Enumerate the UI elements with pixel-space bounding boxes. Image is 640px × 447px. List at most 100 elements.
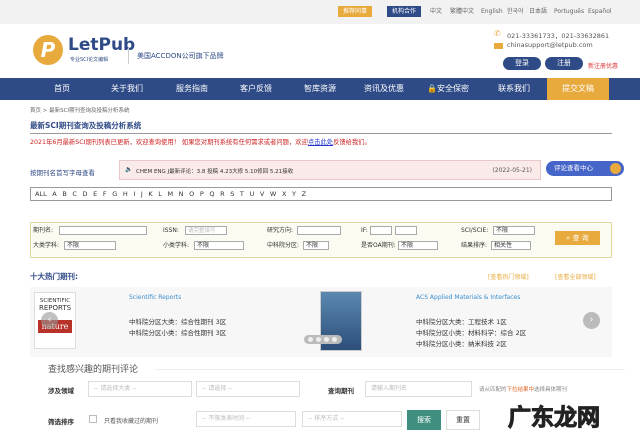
- letter-m[interactable]: M: [167, 188, 173, 200]
- letter-d[interactable]: D: [83, 188, 88, 200]
- feedback-link[interactable]: 点击此处: [308, 139, 333, 146]
- if-max-input[interactable]: [395, 226, 417, 235]
- journal-name-input[interactable]: 请输入期刊名: [365, 381, 472, 397]
- sci-select[interactable]: 不限: [493, 226, 535, 235]
- all-fields-link[interactable]: [查看全部领域]: [555, 272, 596, 281]
- nav-security[interactable]: 🔒安全保密: [416, 78, 480, 100]
- institution-button[interactable]: 机构合作: [387, 6, 422, 17]
- if-min-input[interactable]: [370, 226, 392, 235]
- letter-z[interactable]: Z: [302, 188, 306, 200]
- sci-label: SCI/SCIE:: [461, 227, 489, 234]
- review-center-button[interactable]: 评论查看中心: [546, 161, 624, 176]
- letter-v[interactable]: V: [260, 188, 264, 200]
- nav-home[interactable]: 首页: [30, 78, 94, 100]
- alphabet-label: 按期刊名首写字母查看: [30, 169, 95, 177]
- journal-label: 期刊名:: [33, 227, 54, 234]
- journal-title-link[interactable]: Scientific Reports: [129, 294, 181, 301]
- search-form: 期刊名: ISSN: 请完整填写 研究方向: IF: SCI/SCIE: 不限 …: [30, 222, 612, 258]
- oa-select[interactable]: 不限: [398, 241, 438, 250]
- journal-title-link[interactable]: ACS Applied Materials & Interfaces: [416, 294, 520, 301]
- register-button[interactable]: 注册: [545, 57, 583, 70]
- letter-all[interactable]: ALL: [35, 188, 47, 200]
- watermark: 广东龙网: [508, 405, 601, 432]
- letter-j[interactable]: J: [141, 188, 143, 200]
- query-hint: 请从匹配的下拉结果中选择具体期刊: [479, 387, 568, 393]
- brand-text: 美国ACCDON公司旗下品牌: [137, 52, 224, 60]
- letter-o[interactable]: O: [189, 188, 194, 200]
- major-select[interactable]: 不限: [64, 241, 116, 250]
- nav-about[interactable]: 关于我们: [95, 78, 159, 100]
- letter-u[interactable]: U: [250, 188, 255, 200]
- reset-button[interactable]: 重置: [446, 410, 480, 430]
- letter-l[interactable]: L: [158, 188, 162, 200]
- letter-t[interactable]: T: [240, 188, 244, 200]
- journal-category: 中科院分区大类：综合性期刊 3区: [129, 318, 227, 326]
- letter-r[interactable]: R: [220, 188, 225, 200]
- lang-es[interactable]: Español: [588, 6, 612, 17]
- lang-zh-tw[interactable]: 繁體中文: [450, 6, 474, 17]
- letter-h[interactable]: H: [123, 188, 128, 200]
- letter-n[interactable]: N: [179, 188, 184, 200]
- update-notice: 2021年6月最新SCI期刊列表已更新，欢迎查询使用！ 如果您对期刊系统有任何需…: [30, 139, 371, 146]
- favorites-checkbox[interactable]: [89, 415, 97, 423]
- latest-review-ticker[interactable]: 🔈 CHEM ENG J最新评论：3.8 投稿 4.23大修 5.10修回 5.…: [119, 160, 541, 180]
- letter-a[interactable]: A: [52, 188, 56, 200]
- review-text[interactable]: CHEM ENG J最新评论：3.8 投稿 4.23大修 5.10修回 5.21…: [136, 167, 293, 175]
- hot-journals-carousel: SCIENTIFICREPORTS nature Scientific Repo…: [30, 287, 612, 357]
- publish-time-select[interactable]: -- 不限发表时间 --: [196, 411, 296, 427]
- field-input[interactable]: [297, 226, 341, 235]
- review-date: (2022-05-21): [492, 167, 532, 174]
- email-address: chinasupport@letpub.com: [507, 41, 593, 49]
- issn-input[interactable]: 请完整填写: [185, 226, 227, 235]
- nav-submit[interactable]: 提交文稿: [547, 78, 609, 100]
- letter-s[interactable]: S: [230, 188, 234, 200]
- carousel-dots[interactable]: [304, 335, 342, 344]
- sort-order-select[interactable]: -- 排序方式 --: [302, 411, 402, 427]
- speaker-icon: 🔈: [125, 166, 133, 173]
- carousel-next-icon[interactable]: ›: [583, 312, 600, 329]
- letter-e[interactable]: E: [93, 188, 97, 200]
- lang-zh[interactable]: 中文: [430, 6, 442, 17]
- letter-y[interactable]: Y: [292, 188, 296, 200]
- hot-fields-link[interactable]: [查看热门领域]: [488, 272, 529, 281]
- logo-text[interactable]: LetPub: [68, 35, 135, 55]
- major-category-select[interactable]: -- 请选择大类 --: [88, 381, 192, 397]
- nav-news[interactable]: 资讯及优惠: [352, 78, 416, 100]
- lang-ja[interactable]: 日本語: [529, 6, 547, 17]
- minor-category-select[interactable]: -- 请选择 --: [196, 381, 300, 397]
- letter-c[interactable]: C: [72, 188, 77, 200]
- nav-services[interactable]: 服务指南: [160, 78, 224, 100]
- lang-pt[interactable]: Português: [554, 6, 584, 17]
- lang-ko[interactable]: 한국어: [507, 6, 524, 17]
- letter-g[interactable]: G: [112, 188, 117, 200]
- lang-en[interactable]: English: [481, 6, 503, 17]
- letter-b[interactable]: B: [62, 188, 66, 200]
- sort-select[interactable]: 相关性: [491, 241, 531, 250]
- cas-select[interactable]: 不限: [303, 241, 329, 250]
- favorites-label: 只看我收藏过的期刊: [104, 418, 159, 425]
- letter-f[interactable]: F: [103, 188, 107, 200]
- minor-select[interactable]: 不限: [194, 241, 244, 250]
- promo-link[interactable]: 新注册优惠: [588, 61, 618, 70]
- recommend-button[interactable]: 推荐同事: [338, 6, 373, 17]
- carousel-prev-icon[interactable]: ‹: [41, 312, 58, 329]
- phone-number: 021-33361733，021-33632861: [507, 32, 610, 40]
- query-button[interactable]: ⌕ 查 询: [555, 231, 600, 245]
- letter-p[interactable]: P: [200, 188, 204, 200]
- letter-i[interactable]: I: [133, 188, 135, 200]
- letter-k[interactable]: K: [148, 188, 152, 200]
- logo-subtitle: 专业SCI论文编辑: [70, 57, 109, 63]
- logo-icon[interactable]: P: [33, 35, 63, 65]
- letter-w[interactable]: W: [270, 188, 276, 200]
- nav-feedback[interactable]: 客户反馈: [224, 78, 288, 100]
- phone-icon: ✆: [494, 29, 501, 38]
- nav-contact[interactable]: 联系我们: [482, 78, 546, 100]
- breadcrumb[interactable]: 首页 > 最新SCI期刊查询及投稿分析系统: [30, 106, 130, 114]
- journal-input[interactable]: [59, 226, 147, 235]
- search-button[interactable]: 搜索: [407, 410, 441, 430]
- letter-q[interactable]: Q: [209, 188, 214, 200]
- nav-resources[interactable]: 智库资源: [288, 78, 352, 100]
- login-button[interactable]: 登录: [503, 57, 541, 70]
- letter-x[interactable]: X: [282, 188, 286, 200]
- journal-subcategory: 中科院分区小类：综合性期刊 3区: [129, 329, 227, 337]
